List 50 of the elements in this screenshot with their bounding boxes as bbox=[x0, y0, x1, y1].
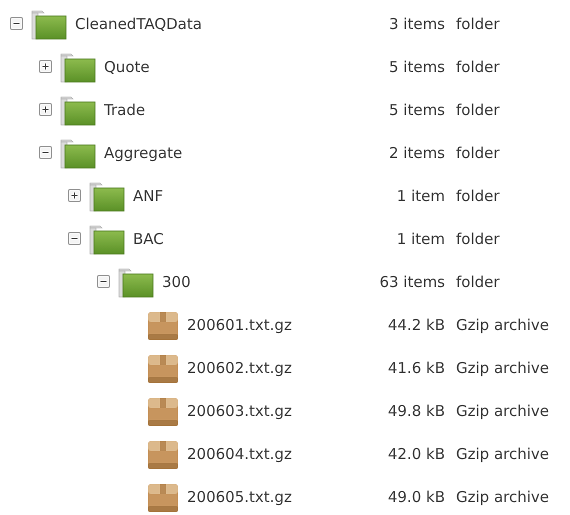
type-text: folder bbox=[456, 14, 500, 32]
size-text: 49.8 kB bbox=[386, 402, 445, 420]
size-text: 44.2 kB bbox=[386, 316, 445, 334]
size-text: 3 items bbox=[388, 14, 445, 32]
file-name[interactable]: 200604.txt.gz bbox=[187, 444, 292, 462]
type-text: folder bbox=[456, 230, 500, 248]
type-text: Gzip archive bbox=[456, 358, 550, 376]
size-text: 41.6 kB bbox=[386, 358, 445, 376]
type-text: folder bbox=[456, 144, 500, 162]
file-name[interactable]: 200602.txt.gz bbox=[187, 358, 292, 376]
folder-icon bbox=[89, 180, 125, 212]
file-name[interactable]: 200605.txt.gz bbox=[187, 488, 292, 506]
file-name[interactable]: Aggregate bbox=[104, 144, 182, 162]
size-text: 5 items bbox=[388, 100, 445, 118]
collapse-icon[interactable] bbox=[68, 232, 81, 245]
folder-icon bbox=[60, 94, 96, 126]
file-name[interactable]: Trade bbox=[104, 100, 146, 118]
file-name[interactable]: 200603.txt.gz bbox=[187, 402, 292, 420]
file-name[interactable]: ANF bbox=[133, 186, 164, 204]
type-text: folder bbox=[456, 186, 500, 204]
size-text: 49.0 kB bbox=[386, 488, 445, 506]
file-name[interactable]: BAC bbox=[133, 230, 164, 248]
expand-icon[interactable] bbox=[68, 189, 81, 202]
folder-icon bbox=[31, 8, 67, 40]
type-text: Gzip archive bbox=[456, 316, 550, 334]
size-text: 2 items bbox=[388, 144, 445, 162]
type-text: folder bbox=[456, 272, 500, 290]
file-name[interactable]: Quote bbox=[104, 58, 150, 76]
collapse-icon[interactable] bbox=[10, 17, 23, 30]
file-name[interactable]: 200601.txt.gz bbox=[187, 316, 292, 334]
expand-icon[interactable] bbox=[39, 60, 52, 73]
size-text: 42.0 kB bbox=[386, 444, 445, 462]
folder-icon bbox=[60, 50, 96, 82]
folder-icon bbox=[118, 266, 154, 298]
type-text: Gzip archive bbox=[456, 402, 550, 420]
size-text: 5 items bbox=[388, 58, 445, 76]
collapse-icon[interactable] bbox=[97, 275, 110, 288]
size-text: 1 item bbox=[396, 230, 445, 248]
type-text: Gzip archive bbox=[456, 488, 550, 506]
size-text: 1 item bbox=[396, 186, 445, 204]
folder-icon bbox=[89, 222, 125, 254]
expand-icon[interactable] bbox=[39, 103, 52, 116]
file-name[interactable]: CleanedTAQData bbox=[75, 14, 202, 32]
type-text: Gzip archive bbox=[456, 444, 550, 462]
size-text: 63 items bbox=[378, 272, 445, 290]
folder-icon bbox=[60, 136, 96, 168]
collapse-icon[interactable] bbox=[39, 146, 52, 159]
file-name[interactable]: 300 bbox=[162, 272, 191, 290]
type-text: folder bbox=[456, 100, 500, 118]
type-text: folder bbox=[456, 58, 500, 76]
